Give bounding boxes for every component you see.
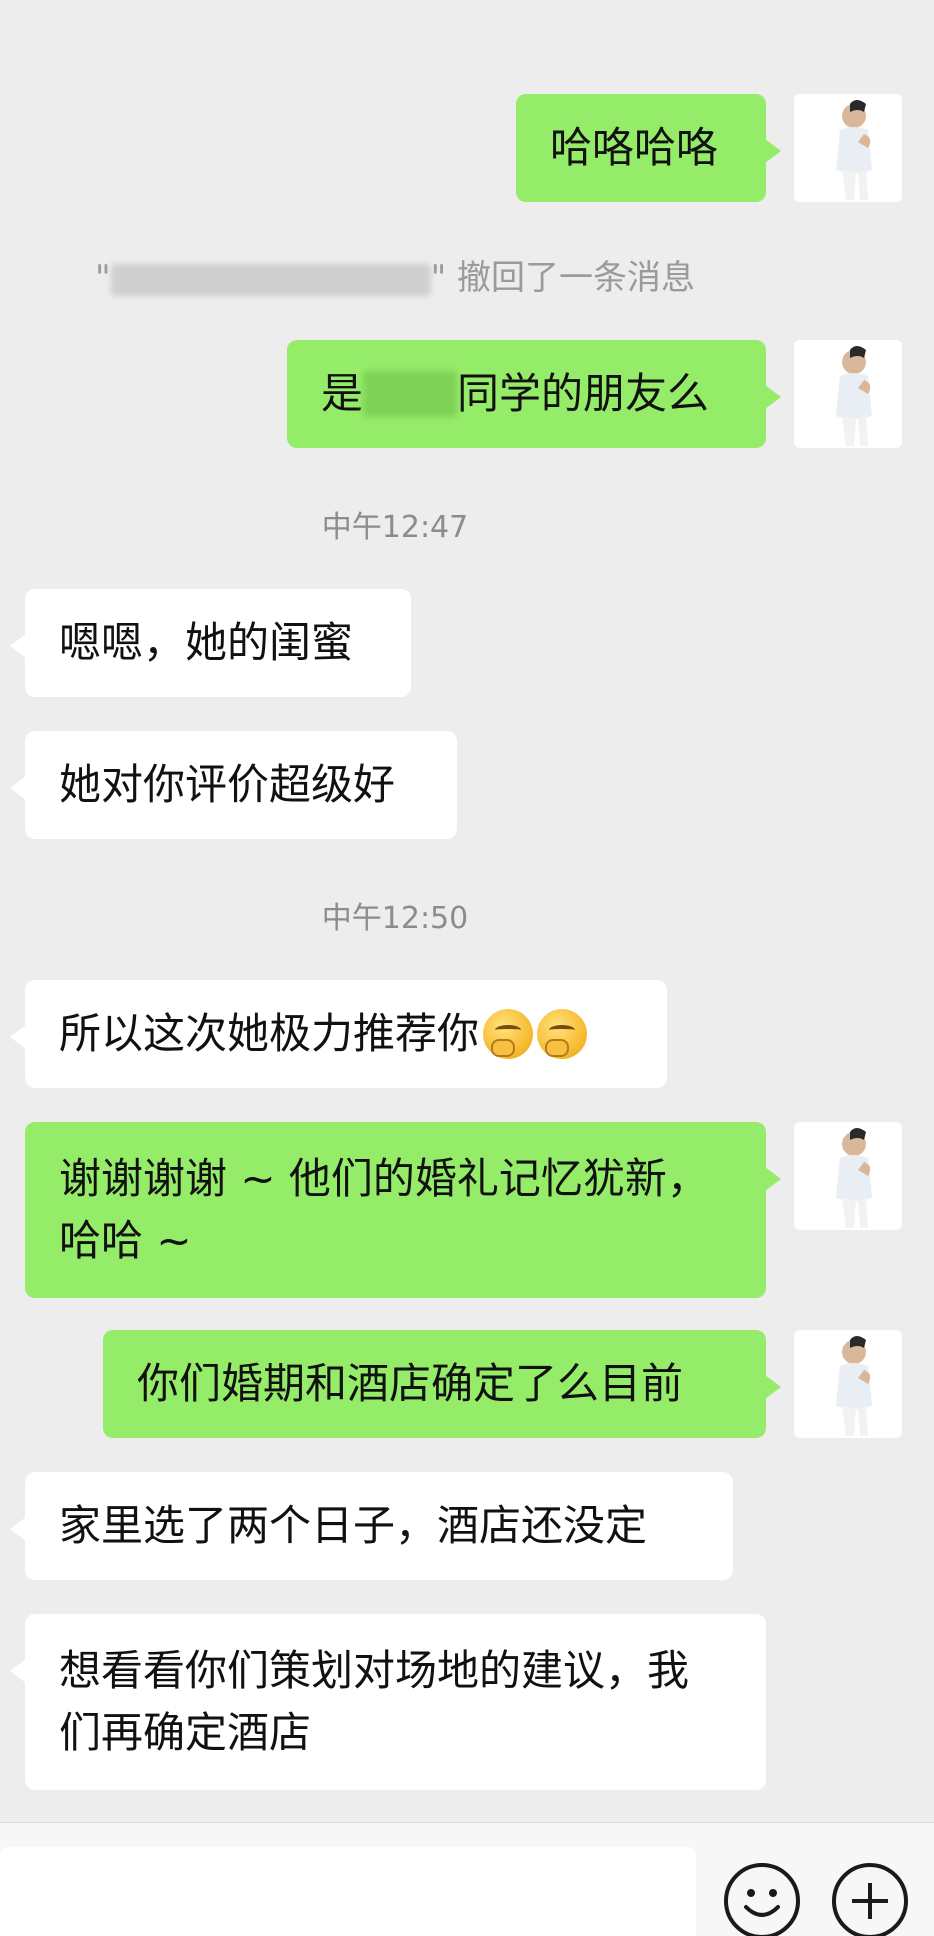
message-text: 你们婚期和酒店确定了么目前 [137,1359,684,1408]
redacted-name: " " [94,258,447,298]
thinking-face-icon [537,1009,588,1059]
incoming-message-bubble[interactable]: 想看看你们策划对场地的建议，我 们再确定酒店 [10,1614,766,1790]
person-avatar-icon [794,1330,902,1438]
incoming-message-bubble[interactable]: 所以这次她极力推荐你 [10,980,667,1088]
plus-icon [852,1883,888,1919]
my-avatar[interactable] [794,94,902,202]
message-text: 想看看你们策划对场地的建议，我 们再确定酒店 [59,1646,690,1757]
timestamp: 中午12:47 [321,510,469,545]
message-text-suffix: 同学的朋友么 [457,369,710,418]
message-input[interactable] [0,1847,696,1936]
message-input-bar [0,1822,934,1936]
incoming-message-bubble[interactable]: 她对你评价超级好 [10,731,457,839]
message-text: 她对你评价超级好 [59,760,396,809]
more-button[interactable] [832,1863,908,1936]
person-avatar-icon [794,1122,902,1230]
message-text: 嗯嗯，她的闺蜜 [59,618,354,667]
my-avatar[interactable] [794,1330,902,1438]
message-text: 哈咯哈咯 [550,123,719,172]
message-text: 谢谢谢谢 ~ 他们的婚礼记忆犹新， 哈哈 ~ [59,1154,709,1265]
outgoing-message-bubble[interactable]: 你们婚期和酒店确定了么目前 [103,1330,781,1438]
person-avatar-icon [794,340,902,448]
incoming-message-bubble[interactable]: 嗯嗯，她的闺蜜 [10,589,411,697]
my-avatar[interactable] [794,340,902,448]
emoji-button[interactable] [724,1863,800,1936]
chat-history[interactable]: 哈咯哈咯 " " 撤回了一条消息 是 同学的朋友么 中午12:47 嗯嗯，她的闺… [0,0,934,1822]
recall-notice: " " 撤回了一条消息 [0,250,790,299]
my-avatar[interactable] [794,1122,902,1230]
redacted-name [363,371,458,417]
thinking-face-icon [483,1009,534,1059]
outgoing-message-bubble[interactable]: 是 同学的朋友么 [287,340,781,448]
outgoing-message-bubble[interactable]: 谢谢谢谢 ~ 他们的婚礼记忆犹新， 哈哈 ~ [25,1122,781,1298]
smiley-icon [744,1889,780,1917]
message-text: 所以这次她极力推荐你 [59,1009,480,1058]
message-text: 家里选了两个日子，酒店还没定 [59,1501,648,1550]
message-text-prefix: 是 [321,369,364,418]
recall-text: 撤回了一条消息 [457,258,696,298]
outgoing-message-bubble[interactable]: 哈咯哈咯 [516,94,781,202]
timestamp: 中午12:50 [321,901,469,936]
incoming-message-bubble[interactable]: 家里选了两个日子，酒店还没定 [10,1472,733,1580]
person-avatar-icon [794,94,902,202]
